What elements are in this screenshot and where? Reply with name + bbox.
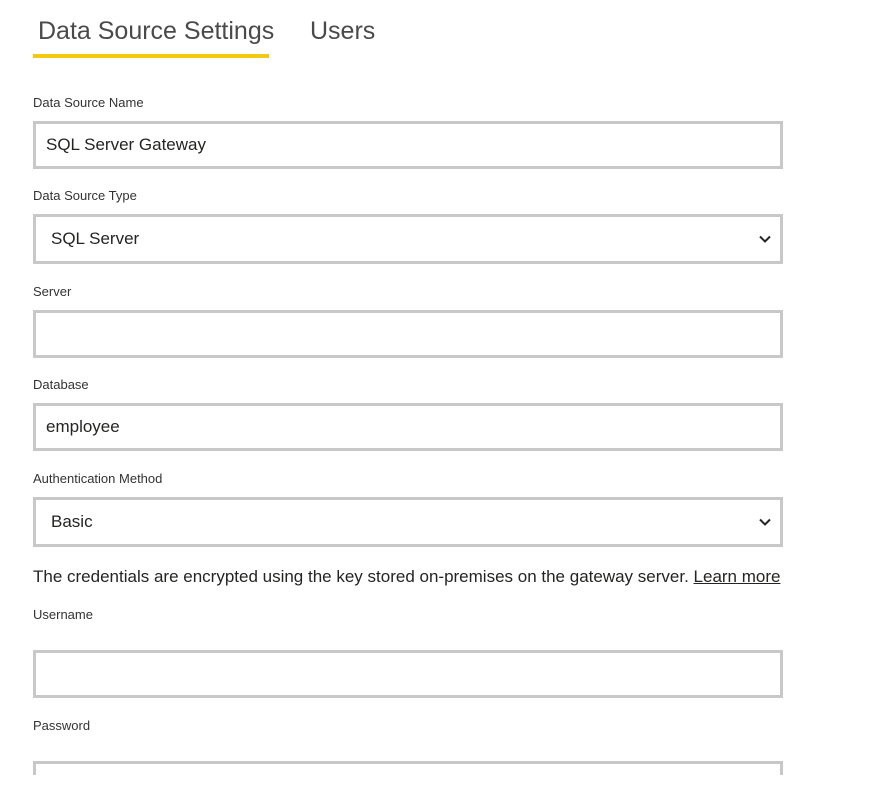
server-label: Server — [33, 284, 72, 299]
authentication-method-label: Authentication Method — [33, 471, 163, 486]
tab-data-source-settings[interactable]: Data Source Settings — [33, 14, 274, 48]
database-label: Database — [33, 377, 89, 392]
data-source-name-input[interactable]: SQL Server Gateway — [33, 121, 783, 169]
chevron-down-icon — [759, 518, 771, 526]
data-source-type-label: Data Source Type — [33, 188, 137, 203]
tab-users[interactable]: Users — [310, 14, 375, 48]
password-input[interactable] — [33, 761, 783, 775]
database-input[interactable]: employee — [33, 403, 783, 451]
database-value: employee — [46, 417, 120, 436]
data-source-type-value: SQL Server — [51, 229, 140, 248]
data-source-name-label: Data Source Name — [33, 95, 144, 110]
data-source-type-select[interactable]: SQL Server — [33, 214, 783, 264]
username-input[interactable] — [33, 650, 783, 698]
chevron-down-icon — [759, 235, 771, 243]
credentials-note-text: The credentials are encrypted using the … — [33, 567, 689, 586]
authentication-method-value: Basic — [51, 512, 93, 531]
authentication-method-select[interactable]: Basic — [33, 497, 783, 547]
username-label: Username — [33, 607, 93, 622]
credentials-note: The credentials are encrypted using the … — [33, 566, 780, 588]
active-tab-indicator — [33, 54, 269, 58]
learn-more-link[interactable]: Learn more — [694, 567, 781, 586]
data-source-name-value: SQL Server Gateway — [46, 135, 206, 154]
password-label: Password — [33, 718, 91, 733]
server-input[interactable] — [33, 310, 783, 358]
